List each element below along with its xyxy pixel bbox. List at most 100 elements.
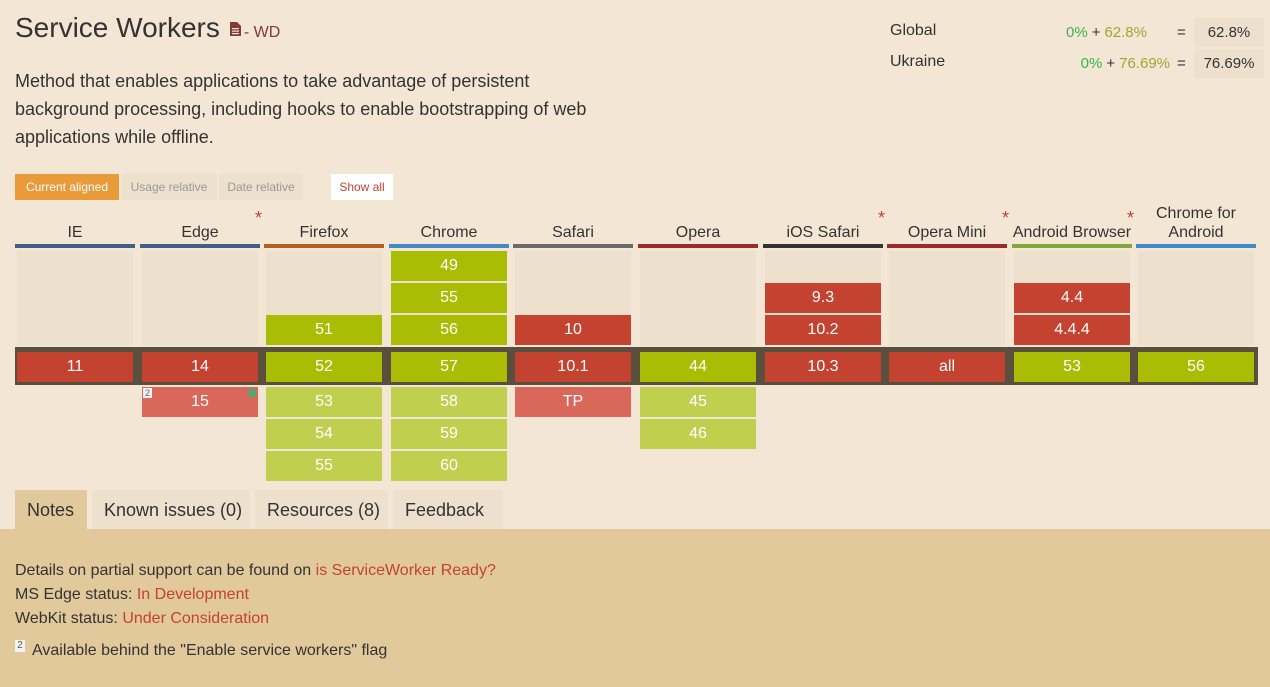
version-label: 55 [440, 289, 458, 306]
version-cell[interactable]: 15 2 [142, 387, 258, 417]
asterisk-icon: * [877, 208, 885, 228]
document-icon[interactable] [229, 11, 241, 36]
browser-name[interactable]: iOS Safari [763, 205, 883, 244]
version-cell[interactable]: 9.3 [765, 283, 881, 313]
browser-name[interactable]: Opera [638, 205, 758, 244]
browser-color-bar [389, 244, 509, 248]
version-label: 4.4.4 [1054, 321, 1090, 338]
version-cell[interactable]: all [889, 352, 1005, 382]
version-cell[interactable]: 10.3 [765, 352, 881, 382]
browser-header: Opera Mini * [887, 205, 1009, 248]
browser-header: Safari [513, 205, 633, 248]
past-versions-area [17, 251, 133, 345]
version-cell[interactable]: 54 [266, 419, 382, 449]
browser-header: Chrome [389, 205, 509, 248]
version-cell[interactable]: 58 [391, 387, 507, 417]
browser-header: Chrome for Android [1136, 205, 1256, 248]
browser-name[interactable]: Chrome for Android [1136, 205, 1256, 244]
version-cell[interactable]: TP [515, 387, 631, 417]
version-cell[interactable]: 53 [1014, 352, 1130, 382]
browser-color-bar [1012, 244, 1132, 248]
version-label: 54 [315, 425, 333, 442]
webkit-status-link[interactable]: Under Consideration [122, 610, 269, 627]
browser-name[interactable]: Chrome [389, 205, 509, 244]
browser-header: Firefox [264, 205, 384, 248]
notes-panel: Details on partial support can be found … [0, 529, 1270, 687]
usage-full: 0% [1066, 24, 1088, 41]
version-label: 56 [1187, 358, 1205, 375]
version-label: 46 [689, 425, 707, 442]
mode-date-relative[interactable]: Date relative [219, 174, 303, 200]
usage-label: Global [890, 22, 937, 39]
tab-resources[interactable]: Resources (8) [255, 490, 388, 529]
version-label: TP [562, 393, 584, 410]
feature-title: Service Workers [15, 12, 220, 43]
version-label: 10.3 [807, 358, 839, 375]
usage-total: 76.69% [1194, 49, 1264, 78]
version-label: 11 [66, 358, 84, 375]
version-cell[interactable]: 10.1 [515, 352, 631, 382]
footnote-number: 2 [15, 640, 25, 652]
version-cell[interactable]: 55 [266, 451, 382, 481]
asterisk-icon: * [1001, 208, 1009, 228]
version-cell[interactable]: 53 [266, 387, 382, 417]
version-cell[interactable]: 56 [1138, 352, 1254, 382]
browser-header: iOS Safari * [763, 205, 885, 248]
usage-stats: Global 0% +62.8% = 62.8% Ukraine 0% +76.69… [890, 18, 1265, 80]
version-cell[interactable]: 4.4 [1014, 283, 1130, 313]
browser-name[interactable]: IE [15, 205, 135, 244]
version-cell[interactable]: 52 [266, 352, 382, 382]
version-cell[interactable]: 59 [391, 419, 507, 449]
version-label: 60 [440, 457, 458, 474]
mode-current-aligned[interactable]: Current aligned [15, 174, 119, 200]
version-cell[interactable]: 4.4.4 [1014, 315, 1130, 345]
tab-known-issues[interactable]: Known issues (0) [92, 490, 250, 529]
version-cell[interactable]: 14 [142, 352, 258, 382]
feature-description: Method that enables applications to take… [15, 71, 587, 147]
footnote: 2 Available behind the "Enable service wo… [15, 640, 387, 660]
note-number-badge: 2 [143, 388, 152, 398]
browser-header: Edge * [140, 205, 262, 248]
page-title: Service Workers - WD [15, 12, 280, 44]
version-cell[interactable]: 46 [640, 419, 756, 449]
version-cell[interactable]: 10 [515, 315, 631, 345]
version-label: 57 [440, 358, 458, 375]
version-cell[interactable]: 55 [391, 283, 507, 313]
version-label: all [938, 358, 955, 375]
version-label: 4.4 [1060, 289, 1084, 306]
show-all-button[interactable]: Show all [331, 174, 393, 200]
version-cell[interactable]: 11 [17, 352, 133, 382]
version-cell[interactable]: 56 [391, 315, 507, 345]
version-cell[interactable]: 45 [640, 387, 756, 417]
usage-full: 0% [1080, 55, 1103, 72]
browser-color-bar [638, 244, 758, 248]
version-label: 59 [440, 425, 458, 442]
version-cell[interactable]: 60 [391, 451, 507, 481]
version-cell[interactable]: 57 [391, 352, 507, 382]
usage-row-ukraine: Ukraine 0% +76.69% = 76.69% [890, 49, 1265, 80]
browser-name[interactable]: Safari [513, 205, 633, 244]
usage-total: 62.8% [1194, 18, 1264, 47]
browser-color-bar [1136, 244, 1256, 248]
tab-feedback[interactable]: Feedback [393, 490, 503, 529]
browser-color-bar [513, 244, 633, 248]
browser-name[interactable]: Firefox [264, 205, 384, 244]
version-cell[interactable]: 51 [266, 315, 382, 345]
usage-partial: 62.8% [1104, 24, 1147, 41]
version-label: 56 [440, 321, 458, 338]
usage-label: Ukraine [890, 53, 946, 70]
version-cell[interactable]: 49 [391, 251, 507, 281]
version-cell[interactable]: 10.2 [765, 315, 881, 345]
mode-usage-relative[interactable]: Usage relative [121, 174, 217, 200]
past-versions-area [640, 251, 756, 345]
spec-status[interactable]: - WD [244, 24, 280, 41]
browser-name[interactable]: Edge [140, 205, 260, 244]
note-webkit-status: WebKit status: Under Consideration [15, 610, 270, 627]
serviceworker-ready-link[interactable]: is ServiceWorker Ready? [316, 562, 496, 579]
browser-name[interactable]: Opera Mini [887, 205, 1007, 244]
browser-color-bar [763, 244, 883, 248]
edge-status-link[interactable]: In Development [137, 586, 249, 603]
tab-notes[interactable]: Notes [15, 490, 87, 529]
browser-name[interactable]: Android Browser [1012, 205, 1132, 244]
version-cell[interactable]: 44 [640, 352, 756, 382]
